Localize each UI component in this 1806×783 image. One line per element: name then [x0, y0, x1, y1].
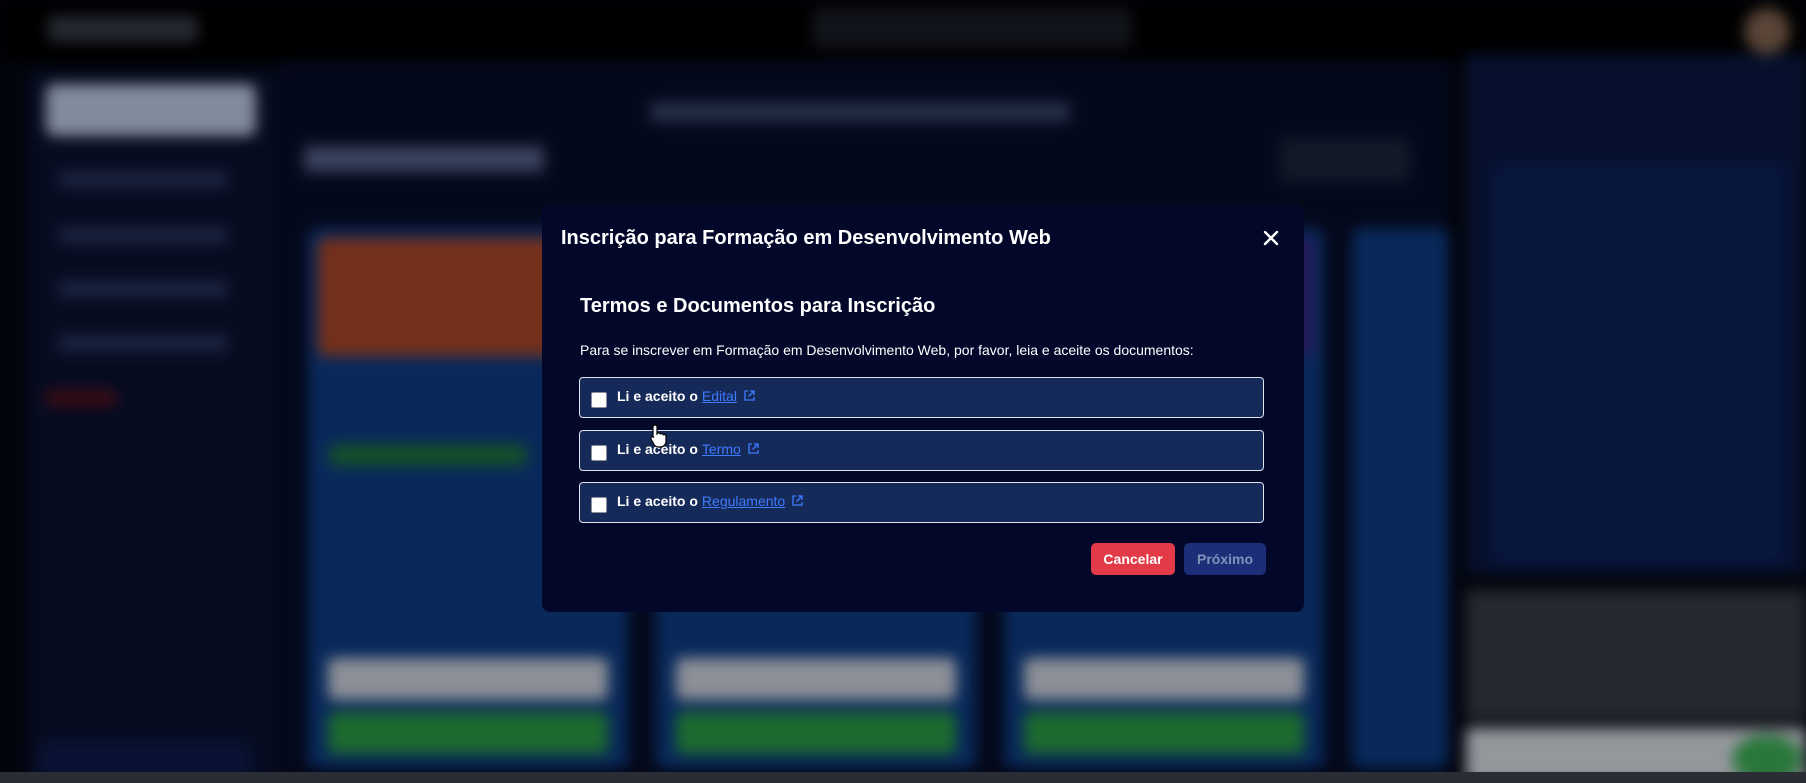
cancel-button[interactable]: Cancelar	[1091, 543, 1175, 575]
termo-link[interactable]: Termo	[702, 441, 741, 457]
edital-link[interactable]: Edital	[702, 388, 737, 404]
regulamento-checkbox[interactable]	[591, 497, 607, 513]
document-prefix: Li e aceito o	[617, 388, 698, 404]
next-button[interactable]: Próximo	[1184, 543, 1266, 575]
termo-checkbox[interactable]	[591, 445, 607, 461]
document-label: Li e aceito o Termo	[617, 441, 760, 457]
document-row-edital[interactable]: Li e aceito o Edital	[579, 377, 1264, 418]
external-link-icon[interactable]	[747, 442, 760, 455]
regulamento-link[interactable]: Regulamento	[702, 493, 785, 509]
close-button[interactable]	[1255, 222, 1287, 254]
document-prefix: Li e aceito o	[617, 493, 698, 509]
document-label: Li e aceito o Edital	[617, 388, 756, 404]
step-heading: Termos e Documentos para Inscrição	[580, 295, 936, 317]
modal-title: Inscrição para Formação em Desenvolvimen…	[561, 227, 1051, 249]
close-icon	[1263, 230, 1279, 246]
external-link-icon[interactable]	[743, 389, 756, 402]
document-row-regulamento[interactable]: Li e aceito o Regulamento	[579, 482, 1264, 523]
enrollment-modal: Inscrição para Formação em Desenvolvimen…	[542, 205, 1304, 612]
document-label: Li e aceito o Regulamento	[617, 493, 804, 509]
edital-checkbox[interactable]	[591, 392, 607, 408]
external-link-icon[interactable]	[791, 494, 804, 507]
hand-cursor-icon	[650, 424, 667, 448]
document-row-termo[interactable]: Li e aceito o Termo	[579, 430, 1264, 471]
bottom-bar	[0, 772, 1806, 783]
instructions-text: Para se inscrever em Formação em Desenvo…	[580, 342, 1194, 358]
